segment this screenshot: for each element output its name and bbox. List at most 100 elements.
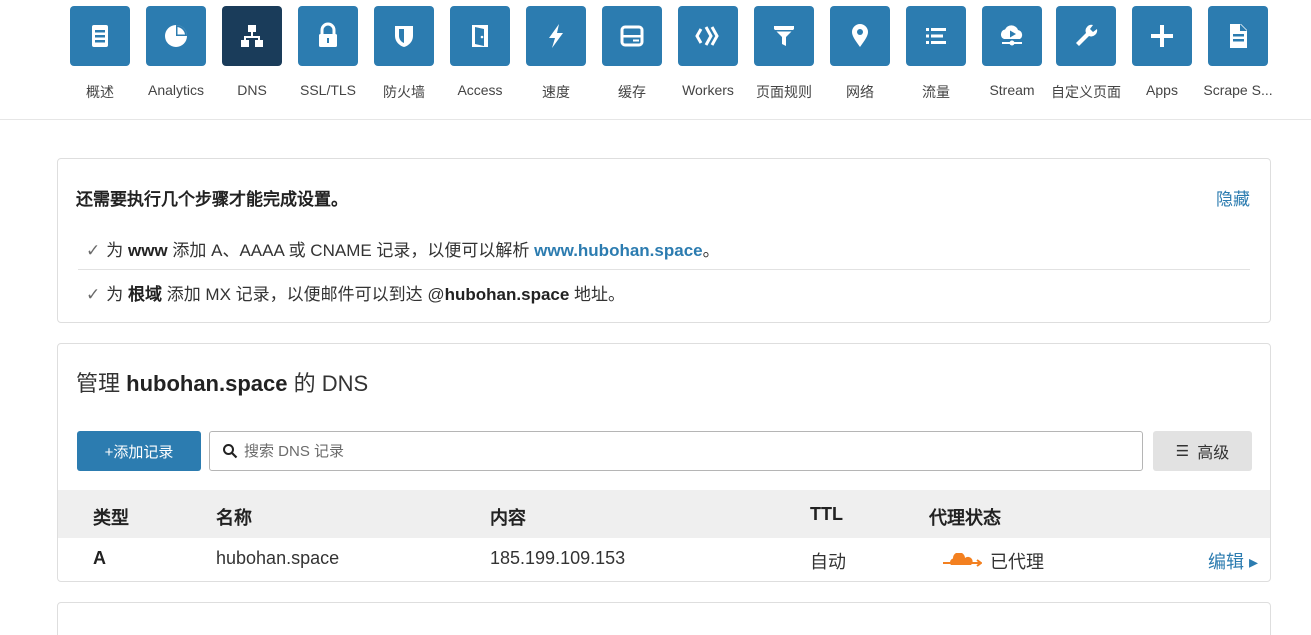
setup-card: 还需要执行几个步骤才能完成设置。 隐藏 ✓ 为 www 添加 A、AAAA 或 C… — [57, 158, 1271, 323]
dns-title-domain: hubohan.space — [126, 371, 288, 396]
advanced-label: 高级 — [1197, 445, 1230, 462]
nav-item-stream[interactable]: Stream — [975, 6, 1049, 106]
nav-label: Apps — [1146, 82, 1178, 98]
setup-step-www: ✓ 为 www 添加 A、AAAA 或 CNAME 记录，以便可以解析 www.h… — [86, 236, 720, 261]
dns-management-card: 管理 hubohan.space 的 DNS +添加记录 ☰ 高级 类型 名称 … — [57, 343, 1271, 582]
nav-item-ssl-tls[interactable]: SSL/TLS — [291, 6, 365, 106]
dns-search-input[interactable] — [244, 442, 1124, 460]
nav-item-page-rules[interactable]: 页面规则 — [747, 6, 821, 106]
nav-item-network[interactable]: 网络 — [823, 6, 897, 106]
filter-icon — [774, 26, 794, 46]
nav-tile — [298, 6, 358, 66]
column-header-proxy[interactable]: 代理状态 — [929, 504, 1001, 530]
nav-item-traffic[interactable]: 流量 — [899, 6, 973, 106]
dns-search-box[interactable] — [209, 431, 1143, 471]
nav-label: DNS — [237, 82, 267, 98]
www-domain-link[interactable]: www.hubohan.space — [534, 241, 702, 260]
record-ttl: 自动 — [810, 552, 846, 572]
nav-label: Analytics — [147, 82, 205, 98]
record-proxy-status: 已代理 — [942, 548, 1044, 574]
step-text: 地址。 — [569, 285, 626, 304]
nav-item-analytics[interactable]: Analytics — [139, 6, 213, 106]
nav-item-dns[interactable]: DNS — [215, 6, 289, 106]
advanced-button[interactable]: ☰ 高级 — [1153, 431, 1252, 471]
plus-icon — [1151, 25, 1173, 47]
drive-icon — [620, 25, 644, 47]
table-header: 类型 名称 内容 TTL 代理状态 — [58, 490, 1270, 538]
nav-label: 网络 — [846, 84, 874, 100]
pie-chart-icon — [165, 25, 187, 47]
nav-label: 速度 — [542, 84, 570, 100]
nav-tile — [678, 6, 738, 66]
next-card — [57, 602, 1271, 635]
nav-item-speed[interactable]: 速度 — [519, 6, 593, 106]
step-text: 为 — [106, 285, 128, 304]
door-icon — [472, 25, 488, 47]
nav-label: 概述 — [86, 84, 114, 100]
step-text: 。 — [702, 241, 720, 260]
nav-tile — [146, 6, 206, 66]
nav-label: 流量 — [922, 84, 950, 100]
column-header-name[interactable]: 名称 — [216, 504, 252, 530]
proxy-status-label: 已代理 — [990, 552, 1044, 572]
nav-item-workers[interactable]: Workers — [671, 6, 745, 106]
nav-item-custom-pages[interactable]: 自定义页面 — [1049, 6, 1123, 106]
nav-label: 缓存 — [618, 84, 646, 100]
nav-label: 页面规则 — [756, 84, 812, 100]
nav-tile — [374, 6, 434, 66]
nav-item-access[interactable]: Access — [443, 6, 517, 106]
setup-step-mx: ✓ 为 根域 添加 MX 记录，以便邮件可以到达 @hubohan.space 地… — [86, 280, 625, 305]
nav-label: Access — [457, 82, 503, 98]
nav-tile — [1056, 6, 1116, 66]
nav-item-scrape-shield[interactable]: Scrape S... — [1201, 6, 1275, 106]
wrench-icon — [1076, 24, 1098, 46]
nav-label: Workers — [682, 82, 734, 98]
step-text: 为 — [106, 241, 128, 260]
cloud-proxied-icon — [943, 553, 982, 567]
search-icon — [223, 444, 238, 459]
nav-label: 防火墙 — [383, 84, 425, 100]
column-header-ttl[interactable]: TTL — [810, 504, 843, 525]
step-highlight: 根域 — [127, 285, 162, 304]
shield-icon — [395, 26, 413, 47]
nav-tile — [1208, 6, 1268, 66]
nav-tile — [830, 6, 890, 66]
nav-tile — [602, 6, 662, 66]
nav-tile — [982, 6, 1042, 66]
nav-item-firewall[interactable]: 防火墙 — [367, 6, 441, 106]
record-name: hubohan.space — [216, 548, 340, 568]
file-icon — [1230, 24, 1247, 48]
list-icon: ☰ — [1175, 443, 1190, 460]
dns-title-suffix: 的 DNS — [287, 371, 369, 396]
step-text: 添加 MX 记录，以便邮件可以到达 @ — [161, 285, 445, 304]
check-icon: ✓ — [86, 241, 101, 260]
step-highlight: www — [127, 241, 168, 260]
add-record-button[interactable]: +添加记录 — [77, 431, 201, 471]
nav-tile — [450, 6, 510, 66]
column-header-type[interactable]: 类型 — [93, 504, 129, 530]
nav-item-caching[interactable]: 缓存 — [595, 6, 669, 106]
record-content: 185.199.109.153 — [490, 548, 626, 568]
hide-link[interactable]: 隐藏 — [1216, 185, 1250, 210]
cloud-play-icon — [1000, 25, 1023, 46]
step-text: 添加 A、AAAA 或 CNAME 记录，以便可以解析 — [167, 241, 535, 260]
nav-tile — [906, 6, 966, 66]
list-icon — [926, 28, 946, 44]
document-icon — [92, 25, 108, 47]
setup-title: 还需要执行几个步骤才能完成设置。 — [76, 190, 348, 209]
record-type: A — [93, 548, 106, 568]
lock-icon — [319, 22, 337, 47]
table-row[interactable]: A hubohan.space 185.199.109.153 自动 已代理 编… — [58, 538, 1270, 581]
dns-title-prefix: 管理 — [76, 371, 127, 396]
edit-record-link[interactable]: 编辑 ▸ — [1208, 548, 1258, 574]
nav-label: SSL/TLS — [299, 82, 357, 98]
top-navigation: 概述 Analytics DNS SSL/TLS 防火墙 Access 速度 缓… — [0, 0, 1311, 120]
nav-label: 自定义页面 — [1051, 84, 1121, 100]
nav-item-overview[interactable]: 概述 — [63, 6, 137, 106]
column-header-content[interactable]: 内容 — [490, 504, 526, 530]
network-icon — [241, 25, 263, 47]
lightning-icon — [549, 24, 563, 48]
nav-tile — [222, 6, 282, 66]
step-domain: hubohan.space — [444, 285, 570, 304]
nav-item-apps[interactable]: Apps — [1125, 6, 1199, 106]
